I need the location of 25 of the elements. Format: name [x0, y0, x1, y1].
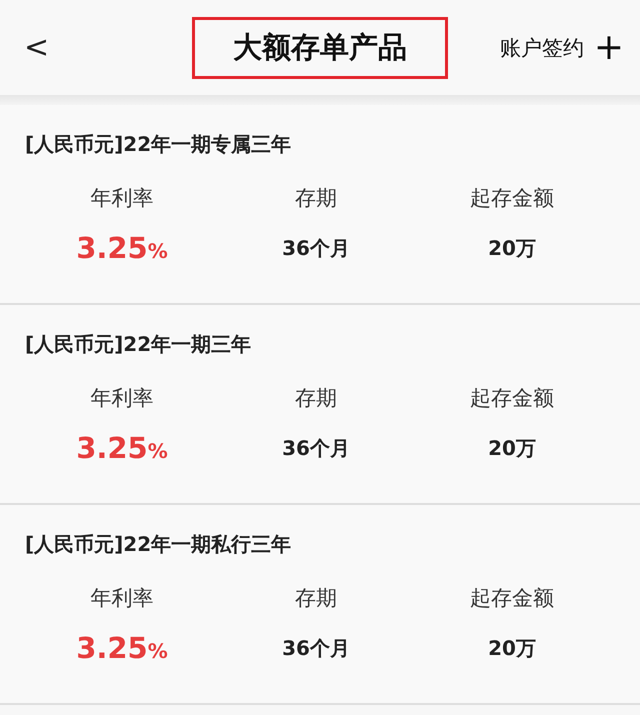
minimum-amount-value: 20万	[488, 435, 536, 462]
term-value: 36个月	[282, 635, 350, 662]
rate-label: 年利率	[90, 385, 154, 412]
interest-rate: 3.25%	[76, 634, 168, 663]
interest-rate: 3.25%	[76, 434, 168, 463]
product-name: [人民币元]22年一期三年	[25, 331, 252, 358]
account-signing-link[interactable]: 账户签约	[500, 34, 594, 62]
term-value: 36个月	[282, 235, 350, 262]
term-value: 36个月	[282, 435, 350, 462]
minimum-amount-value: 20万	[488, 635, 536, 662]
product-name: [人民币元]22年一期私行三年	[25, 531, 292, 558]
term-label: 存期	[295, 385, 337, 412]
minimum-amount-label: 起存金额	[470, 585, 554, 612]
minimum-amount-label: 起存金额	[470, 385, 554, 412]
minimum-amount-value: 20万	[488, 235, 536, 262]
back-button[interactable]: <	[20, 30, 60, 65]
term-label: 存期	[295, 185, 337, 212]
page-title: 大额存单产品	[192, 16, 448, 78]
interest-rate: 3.25%	[76, 234, 168, 263]
add-button[interactable]: +	[594, 30, 624, 66]
product-name: [人民币元]22年一期专属三年	[25, 131, 292, 158]
minimum-amount-label: 起存金额	[470, 185, 554, 212]
rate-label: 年利率	[90, 185, 154, 212]
term-label: 存期	[295, 585, 337, 612]
rate-label: 年利率	[90, 585, 154, 612]
